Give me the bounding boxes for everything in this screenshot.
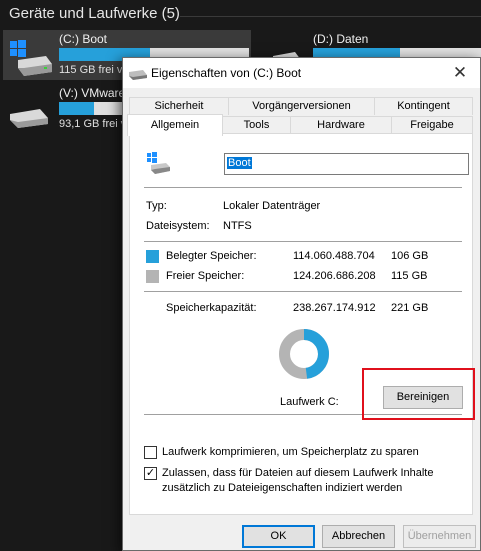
- index-checkbox[interactable]: ✓: [144, 467, 157, 480]
- tab-hardware[interactable]: Hardware: [290, 116, 392, 134]
- used-space-label: Belegter Speicher:: [166, 250, 257, 262]
- free-space-bytes: 124.206.686.208: [293, 270, 376, 282]
- drive-tile-v[interactable]: (V:) VMware 93,1 GB frei v: [3, 84, 127, 134]
- tab-vorgaengerversionen[interactable]: Vorgängerversionen: [228, 97, 375, 115]
- drive-icon: [129, 68, 147, 83]
- ok-button[interactable]: OK: [242, 525, 315, 548]
- drive-icon: [8, 104, 52, 131]
- capacity-label: Speicherkapazität:: [166, 302, 257, 314]
- dialog-titlebar[interactable]: Eigenschaften von (C:) Boot ✕: [123, 58, 480, 88]
- type-label: Typ:: [146, 200, 167, 212]
- tab-sicherheit[interactable]: Sicherheit: [129, 97, 229, 115]
- section-divider: [180, 16, 481, 17]
- capacity-gb: 221 GB: [391, 302, 429, 314]
- divider: [144, 241, 462, 242]
- usage-donut-chart: [279, 329, 329, 379]
- filesystem-label: Dateisystem:: [146, 220, 210, 232]
- free-color-swatch: [146, 270, 159, 283]
- tab-kontingent[interactable]: Kontingent: [374, 97, 473, 115]
- used-color-swatch: [146, 250, 159, 263]
- windows-drive-icon: [146, 152, 170, 177]
- drive-name-v: (V:) VMware: [59, 86, 126, 100]
- free-space-gb: 115 GB: [391, 270, 428, 282]
- tab-tools[interactable]: Tools: [222, 116, 291, 134]
- dialog-title: Eigenschaften von (C:) Boot: [151, 66, 302, 80]
- general-tab-panel: Boot Typ: Lokaler Datenträger Dateisyste…: [129, 133, 473, 515]
- filesystem-value: NTFS: [223, 220, 252, 232]
- drive-name-input[interactable]: Boot: [224, 153, 469, 175]
- drive-name-d: (D:) Daten: [313, 32, 369, 46]
- tab-allgemein[interactable]: Allgemein: [127, 114, 223, 136]
- index-label-line1: Zulassen, dass für Dateien auf diesem La…: [162, 467, 434, 479]
- used-space-gb: 106 GB: [391, 250, 429, 262]
- used-space-bytes: 114.060.488.704: [293, 250, 375, 262]
- compress-checkbox[interactable]: [144, 446, 157, 459]
- drive-name-c: (C:) Boot: [59, 32, 108, 46]
- index-label-line2: zusätzlich zu Dateieigenschaften indizie…: [162, 482, 403, 494]
- properties-dialog: Eigenschaften von (C:) Boot ✕ Sicherheit…: [122, 57, 481, 551]
- cancel-button[interactable]: Abbrechen: [322, 525, 395, 548]
- type-value: Lokaler Datenträger: [223, 200, 321, 212]
- close-icon[interactable]: ✕: [440, 58, 480, 88]
- drive-letter-label: Laufwerk C:: [280, 396, 339, 408]
- apply-button[interactable]: Übernehmen: [403, 525, 476, 548]
- devices-section-title[interactable]: Geräte und Laufwerke (5): [9, 5, 180, 22]
- drive-usage-bar-v: [59, 102, 123, 115]
- drive-free-c: 115 GB frei v: [59, 64, 123, 76]
- divider: [144, 291, 462, 292]
- tab-freigabe[interactable]: Freigabe: [391, 116, 473, 134]
- compress-label: Laufwerk komprimieren, um Speicherplatz …: [162, 446, 419, 458]
- capacity-bytes: 238.267.174.912: [293, 302, 376, 314]
- drive-free-v: 93,1 GB frei v: [59, 118, 127, 130]
- divider: [144, 187, 462, 188]
- free-space-label: Freier Speicher:: [166, 270, 245, 282]
- drive-name-value: Boot: [227, 157, 252, 169]
- windows-drive-icon: [8, 38, 52, 79]
- cleanup-highlight-box: [362, 368, 475, 420]
